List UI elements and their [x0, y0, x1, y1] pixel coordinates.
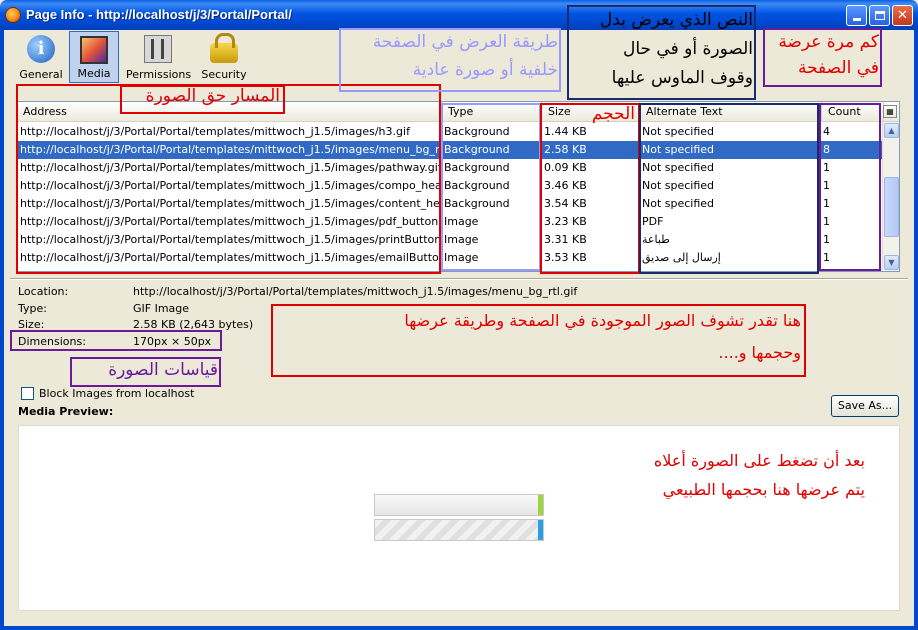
annotation-preview-line1: بعد أن تضغط على الصورة أعلاه	[653, 451, 865, 470]
close-button[interactable]: ✕	[892, 5, 913, 26]
tab-permissions-label: Permissions	[126, 68, 192, 81]
annotation-dimensions: قياسات الصورة	[108, 360, 218, 380]
window-frame-left	[0, 30, 4, 630]
scrollbar-thumb[interactable]	[884, 177, 899, 237]
annotation-box-size	[540, 103, 640, 274]
maximize-button[interactable]	[869, 5, 890, 26]
tab-general[interactable]: i General	[18, 31, 64, 83]
location-value: http://localhost/j/3/Portal/Portal/templ…	[133, 285, 578, 298]
type-value: GIF Image	[133, 302, 190, 315]
firefox-icon	[5, 7, 21, 23]
annotation-count-line2: في الصفحة	[797, 58, 879, 78]
window-title: Page Info - http://localhost/j/3/Portal/…	[26, 7, 292, 22]
type-label: Type:	[18, 302, 47, 315]
annotation-type-line1: طريقة العرض في الصفحة	[372, 32, 558, 52]
annotation-overview-line2: وحجمها و....	[718, 343, 801, 362]
window-frame-right	[914, 30, 918, 630]
annotation-overview-line1: هنا تقدر تشوف الصور الموجودة في الصفحة و…	[404, 311, 801, 330]
info-icon: i	[27, 35, 55, 63]
media-preview-title: Media Preview:	[18, 405, 114, 418]
table-scrollbar[interactable]: ▲ ▼	[882, 122, 899, 271]
column-picker-icon[interactable]: ▦	[883, 105, 897, 118]
scroll-down-icon[interactable]: ▼	[884, 255, 899, 270]
annotation-box-type	[441, 103, 541, 271]
annotation-box-dimensions	[10, 330, 222, 351]
annotation-address: المسار حق الصورة	[145, 86, 280, 106]
annotation-type-line2: خلفية أو صورة عادية	[412, 60, 558, 80]
annotation-alt-line2: الصورة أو في حال	[622, 39, 753, 59]
preview-image-top	[374, 494, 544, 516]
tab-general-label: General	[19, 68, 63, 81]
block-images-label: Block Images from localhost	[39, 387, 195, 400]
media-icon	[80, 36, 108, 64]
title-bar: Page Info - http://localhost/j/3/Portal/…	[0, 0, 918, 30]
save-as-button[interactable]: Save As...	[831, 395, 899, 417]
preview-image-bottom	[374, 519, 544, 541]
annotation-box-alt	[639, 103, 819, 274]
tab-media-label: Media	[77, 67, 111, 80]
location-label: Location:	[18, 285, 69, 298]
divider	[10, 278, 908, 280]
scroll-up-icon[interactable]: ▲	[884, 123, 899, 138]
lock-icon	[210, 33, 238, 63]
annotation-size: الحجم	[591, 104, 635, 124]
permissions-icon	[144, 35, 172, 63]
block-images-checkbox[interactable]	[21, 387, 34, 400]
tab-media[interactable]: Media	[69, 31, 119, 83]
tab-security[interactable]: Security	[200, 31, 248, 83]
annotation-alt-line1: النص الذي يعرض بدل	[599, 10, 753, 30]
tab-security-label: Security	[201, 68, 247, 81]
window-frame-bottom	[0, 626, 918, 630]
annotation-box-count	[819, 103, 881, 271]
minimize-button[interactable]	[846, 5, 867, 26]
tab-permissions[interactable]: Permissions	[126, 31, 192, 83]
annotation-count-line1: كم مرة عرضة	[778, 32, 879, 52]
annotation-alt-line3: وقوف الماوس عليها	[611, 68, 753, 88]
annotation-preview-line2: يتم عرضها هنا بحجمها الطبيعي	[662, 480, 865, 499]
